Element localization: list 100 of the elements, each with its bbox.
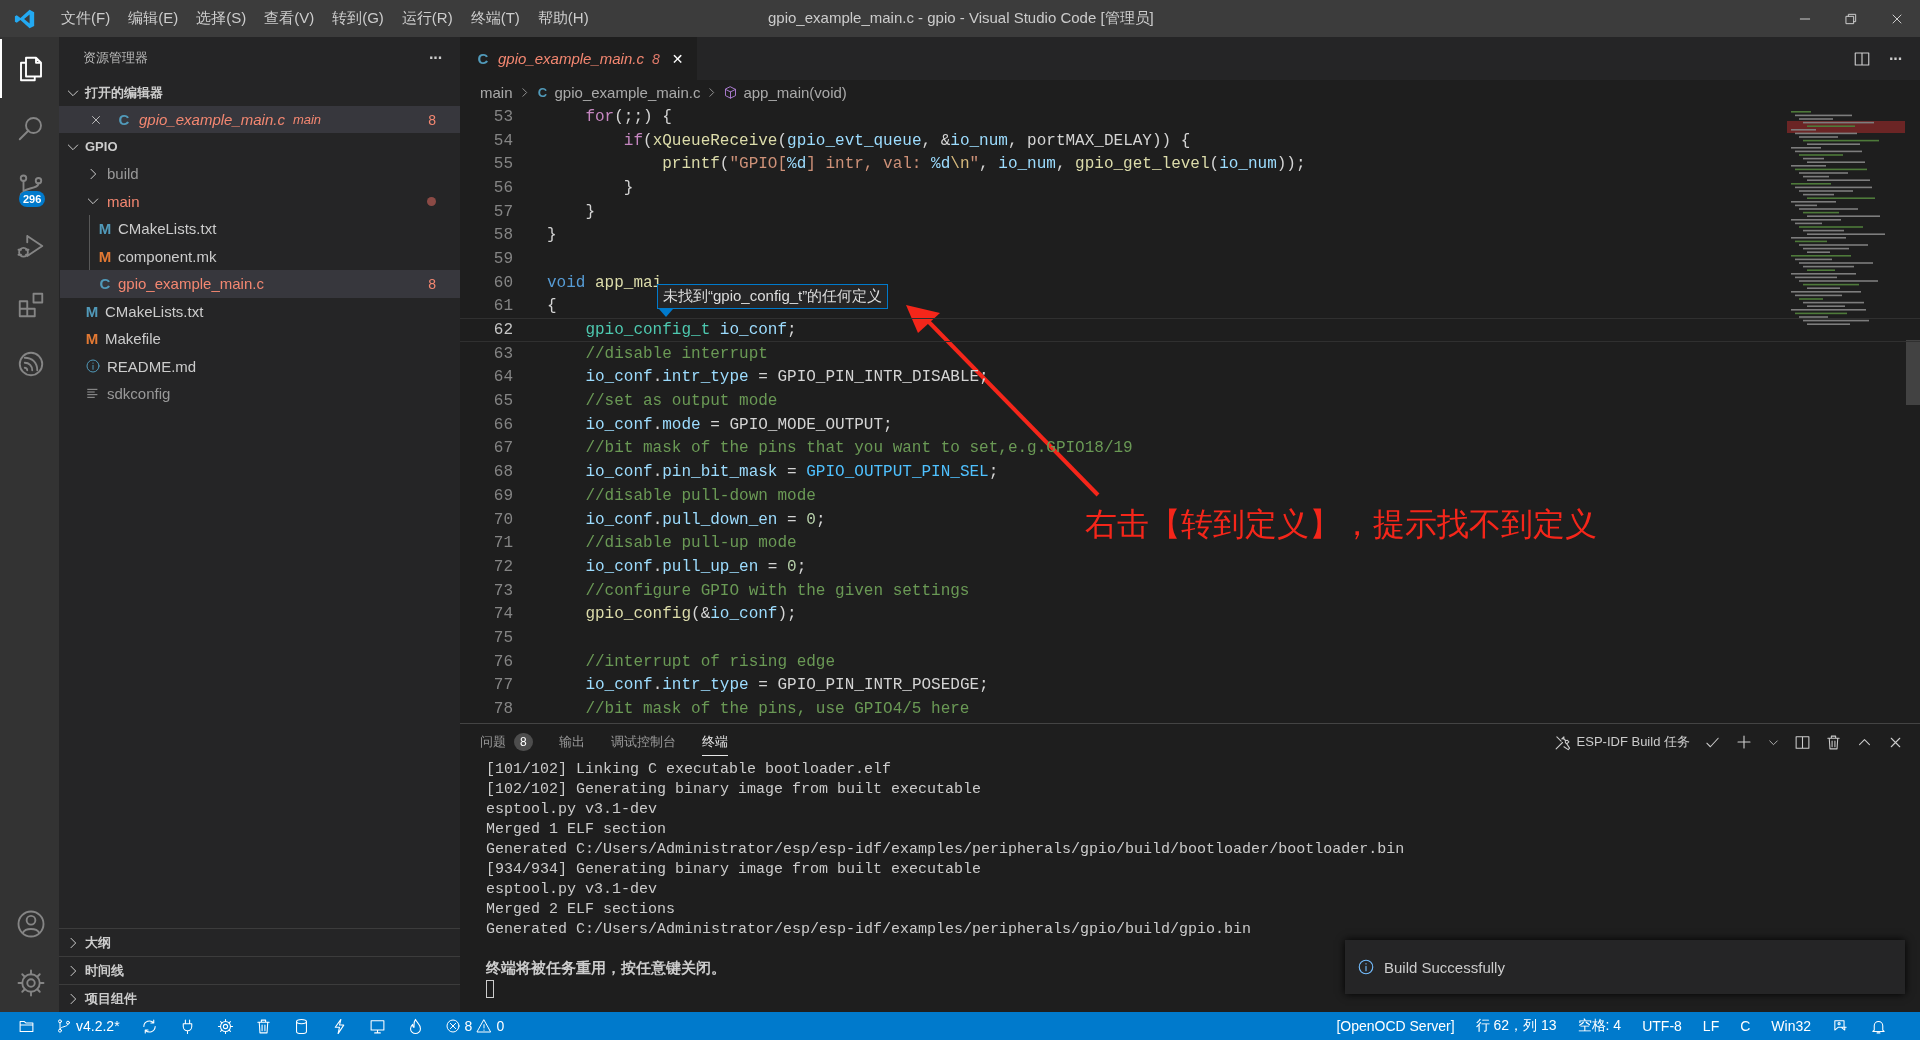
code-line: io_conf.intr_type = GPIO_PIN_INTR_POSEDGE; bbox=[584, 676, 989, 695]
panel-tab[interactable]: 调试控制台 bbox=[610, 728, 676, 756]
menu-item[interactable]: 转到(G) bbox=[323, 0, 393, 37]
menu-item[interactable]: 终端(T) bbox=[461, 0, 529, 37]
count-badge: 8 bbox=[514, 732, 533, 751]
line-number: 59 bbox=[492, 249, 513, 268]
split-editor-icon[interactable] bbox=[1853, 49, 1871, 68]
line-number: 67 bbox=[492, 439, 513, 458]
file-tree-item[interactable]: sdkconfig bbox=[59, 380, 460, 408]
status-item[interactable]: Win32 bbox=[1771, 1018, 1811, 1034]
menu-item[interactable]: 查看(V) bbox=[255, 0, 324, 37]
menu-item[interactable]: 编辑(E) bbox=[119, 0, 188, 37]
status-item[interactable]: 空格: 4 bbox=[1577, 1017, 1622, 1035]
breadcrumb-item[interactable]: main bbox=[480, 84, 513, 101]
plus-icon[interactable] bbox=[1735, 733, 1753, 751]
error-count: 8 bbox=[428, 275, 436, 292]
code-line: //disable interrupt bbox=[584, 344, 768, 363]
window-title: gpio_example_main.c - gpio - Visual Studio Code [管理员] bbox=[768, 9, 1154, 28]
section-header[interactable]: GPIO bbox=[59, 133, 460, 160]
file-name: component.mk bbox=[118, 247, 217, 265]
panel-tab[interactable]: 终端 bbox=[701, 728, 728, 756]
breadcrumb-item[interactable]: gpio_example_main.c bbox=[554, 84, 701, 101]
file-type-icon: M bbox=[98, 220, 112, 238]
code-line: } bbox=[622, 178, 634, 197]
branch-icon bbox=[56, 1018, 72, 1034]
line-number: 64 bbox=[492, 368, 513, 387]
code-line: io_conf.pin_bit_mask = GPIO_OUTPUT_PIN_SEL; bbox=[584, 463, 999, 482]
file-tree-item[interactable]: M Makefile bbox=[59, 325, 460, 353]
close-button[interactable]: ✕ bbox=[671, 50, 684, 67]
status-item[interactable]: C bbox=[1740, 1018, 1751, 1034]
file-tree-item[interactable]: README.md bbox=[59, 352, 460, 380]
status-item[interactable]: LF bbox=[1702, 1018, 1720, 1034]
split-icon[interactable] bbox=[1794, 733, 1811, 751]
file-tree-item[interactable]: M CMakeLists.txt bbox=[59, 297, 460, 325]
trash-icon[interactable] bbox=[254, 1017, 272, 1035]
editor-tab[interactable]: C gpio_example_main.c 8 ✕ bbox=[460, 37, 698, 80]
open-editor-item[interactable]: C gpio_example_main.c main 8 bbox=[59, 106, 460, 133]
terminal-notice: 终端将被任务重用，按任意键关闭。 bbox=[486, 960, 726, 980]
monitor-icon[interactable] bbox=[368, 1017, 386, 1035]
breadcrumb-item[interactable]: app_main(void) bbox=[743, 84, 847, 101]
info-icon bbox=[85, 358, 101, 375]
notification-message: Build Successfully bbox=[1384, 958, 1505, 976]
sidebar-title: 资源管理器 bbox=[83, 49, 148, 67]
file-type-icon: C bbox=[98, 275, 112, 293]
terminal-line: Generated C:/Users/Administrator/esp/esp-idf/examples/peripherals/gpio/build/bootloader/bootloader.bin bbox=[486, 840, 1405, 860]
tools-icon bbox=[1553, 733, 1571, 751]
file-tree-item[interactable]: M component.mk bbox=[60, 242, 460, 270]
code-line: io_conf.pull_down_en = 0; bbox=[584, 510, 826, 529]
terminal-cursor bbox=[486, 980, 494, 998]
line-number: 73 bbox=[492, 581, 513, 600]
file-name: CMakeLists.txt bbox=[105, 302, 204, 320]
warning-icon bbox=[476, 1018, 493, 1034]
section-header[interactable]: 大纲 bbox=[59, 928, 460, 956]
settings-icon[interactable] bbox=[15, 967, 46, 998]
line-number: 78 bbox=[492, 700, 513, 719]
code-line: gpio_config(&io_conf); bbox=[584, 605, 797, 624]
activity-item[interactable]: 296 bbox=[0, 157, 59, 216]
task-label[interactable]: ESP-IDF Build 任务 bbox=[1576, 733, 1690, 751]
account-icon[interactable] bbox=[15, 908, 46, 939]
file-tree-item[interactable]: build bbox=[59, 160, 460, 188]
file-name: gpio_example_main.c bbox=[139, 111, 285, 128]
file-tree-item[interactable]: main bbox=[59, 187, 460, 215]
terminal-line: esptool.py v3.1-dev bbox=[486, 880, 658, 900]
more-button[interactable]: ··· bbox=[429, 49, 442, 67]
info-icon bbox=[1357, 958, 1375, 976]
error-tooltip: 未找到“gpio_config_t”的任何定义 bbox=[657, 284, 889, 309]
line-number: 63 bbox=[492, 344, 513, 363]
file-name: README.md bbox=[107, 357, 197, 375]
panel-tab[interactable]: 问题 8 bbox=[480, 728, 533, 756]
line-number: 72 bbox=[492, 557, 513, 576]
section-header[interactable]: 打开的编辑器 bbox=[59, 79, 460, 106]
file-name: Makefile bbox=[105, 330, 161, 348]
problems-button[interactable]: 8 0 bbox=[444, 1018, 505, 1034]
code-line: //bit mask of the pins, use GPIO4/5 here bbox=[584, 700, 970, 719]
menu-item[interactable]: 选择(S) bbox=[187, 0, 256, 37]
branch-button[interactable]: v4.2.2* bbox=[56, 1018, 120, 1034]
trash-icon[interactable] bbox=[1825, 733, 1842, 751]
status-item[interactable]: [OpenOCD Server] bbox=[1336, 1018, 1455, 1034]
menu-item[interactable]: 帮助(H) bbox=[528, 0, 598, 37]
terminal-line: Generated C:/Users/Administrator/esp/esp-idf/examples/peripherals/gpio/build/gpio.bin bbox=[486, 920, 1252, 940]
file-tree-item[interactable]: M CMakeLists.txt bbox=[60, 215, 460, 243]
status-item[interactable]: UTF-8 bbox=[1642, 1018, 1682, 1034]
code-line: } bbox=[584, 202, 595, 221]
code-line: printf("GPIO[%d] intr, val: %d\n", io_num, gpio_get_level(io_num)); bbox=[661, 155, 1306, 174]
line-number: 53 bbox=[492, 107, 513, 126]
scrollbar[interactable] bbox=[1906, 340, 1920, 405]
file-tree-item[interactable]: C gpio_example_main.c 8 bbox=[60, 270, 460, 298]
settings-icon[interactable] bbox=[216, 1017, 234, 1035]
terminal-line: esptool.py v3.1-dev bbox=[486, 800, 658, 820]
file-name: main bbox=[107, 192, 140, 210]
section-header[interactable]: 时间线 bbox=[59, 956, 460, 984]
menu-item[interactable]: 运行(R) bbox=[392, 0, 462, 37]
panel-tab[interactable]: 输出 bbox=[558, 728, 585, 756]
code-line: io_conf.pull_up_en = 0; bbox=[584, 557, 807, 576]
status-item[interactable]: 行 62，列 13 bbox=[1475, 1017, 1557, 1035]
line-number: 69 bbox=[492, 486, 513, 505]
line-number: 57 bbox=[492, 202, 513, 221]
more-button[interactable]: ··· bbox=[1889, 37, 1902, 80]
sync-icon[interactable] bbox=[140, 1017, 158, 1035]
menu-item[interactable]: 文件(F) bbox=[52, 0, 120, 37]
